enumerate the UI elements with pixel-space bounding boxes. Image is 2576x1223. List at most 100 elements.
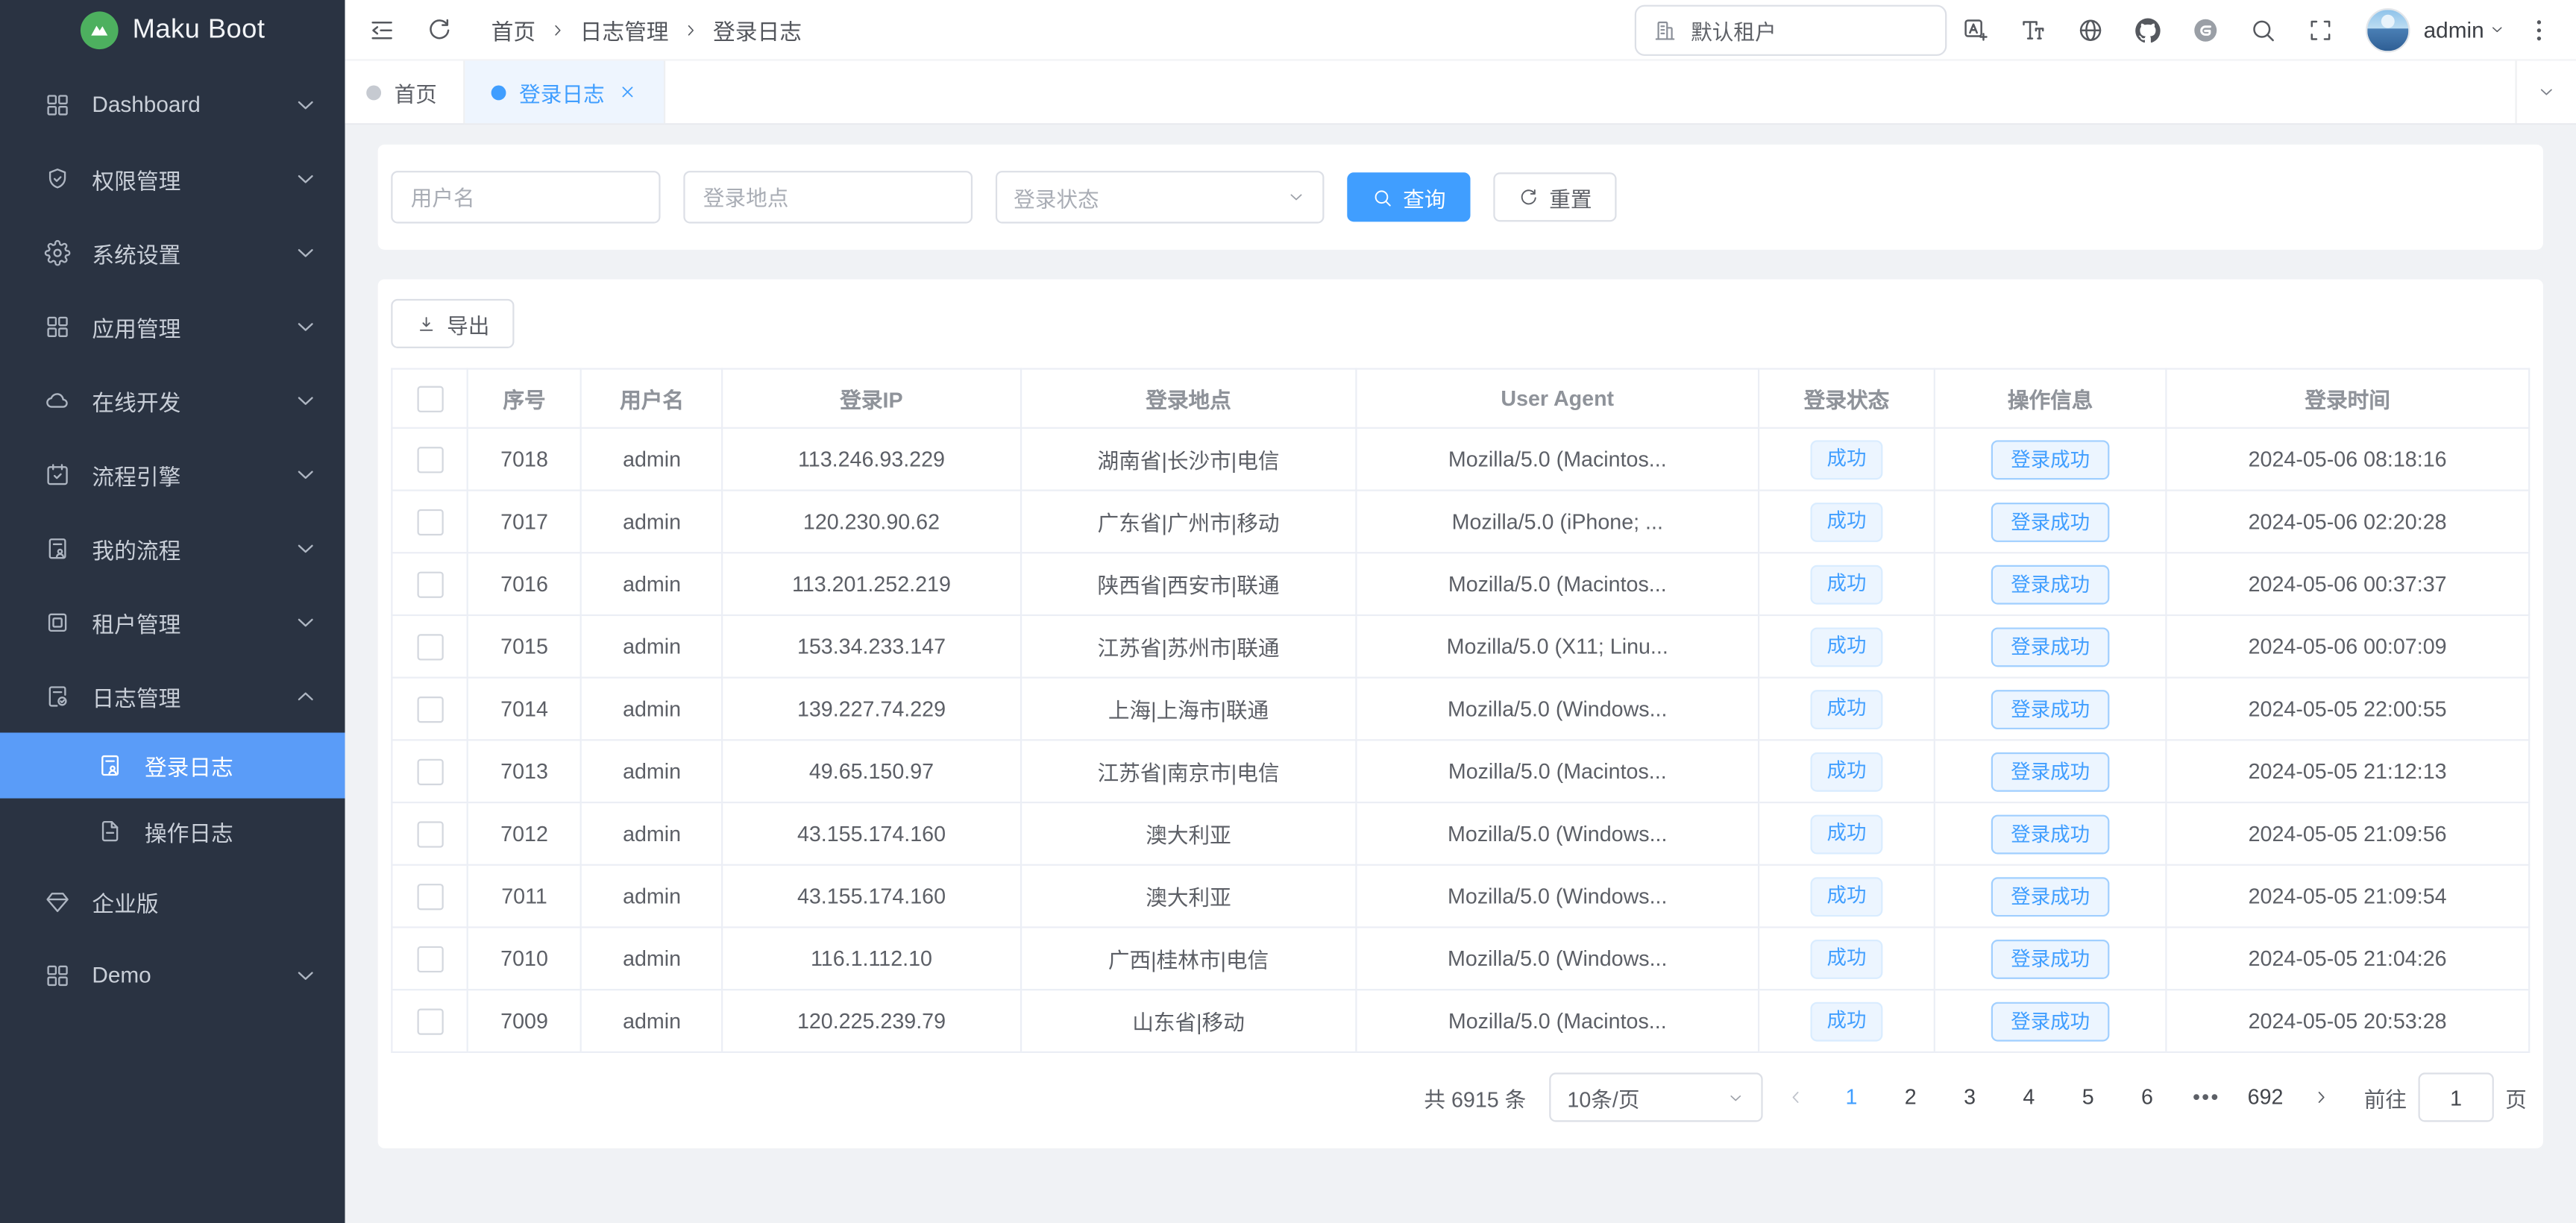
search-panel: 登录状态 查询 重置 xyxy=(378,145,2543,250)
cell-login-time: 2024-05-05 21:09:54 xyxy=(2166,865,2529,928)
sidebar-item-enterprise[interactable]: 企业版 xyxy=(0,864,345,938)
login-result-button[interactable]: 登录成功 xyxy=(1991,876,2110,916)
table-row: 7015 admin 153.34.233.147 江苏省|苏州市|联通 Moz… xyxy=(392,615,2529,678)
close-icon[interactable] xyxy=(618,82,637,101)
github-icon[interactable] xyxy=(2120,16,2177,43)
sidebar-item-login-log[interactable]: 登录日志 xyxy=(0,732,345,798)
sidebar-item-operation-log[interactable]: 操作日志 xyxy=(0,799,345,864)
sidebar-item-my-workflow[interactable]: 我的流程 xyxy=(0,511,345,585)
search-icon[interactable] xyxy=(2234,16,2292,43)
login-result-button[interactable]: 登录成功 xyxy=(1991,1002,2110,1041)
diamond-icon xyxy=(44,888,70,914)
sidebar-item-online-dev[interactable]: 在线开发 xyxy=(0,363,345,437)
chevron-down-icon[interactable] xyxy=(2489,22,2505,38)
sidebar-item-demo[interactable]: Demo xyxy=(0,938,345,1012)
sidebar-item-system-settings[interactable]: 系统设置 xyxy=(0,216,345,289)
page-number-last[interactable]: 692 xyxy=(2243,1075,2289,1121)
goto-page-input[interactable] xyxy=(2418,1072,2493,1122)
avatar[interactable] xyxy=(2366,7,2410,51)
cell-user-agent: Mozilla/5.0 (Windows... xyxy=(1357,678,1759,741)
login-result-button[interactable]: 登录成功 xyxy=(1991,502,2110,541)
more-vertical-icon[interactable] xyxy=(2505,16,2556,43)
login-result-button[interactable]: 登录成功 xyxy=(1991,565,2110,604)
next-page-button[interactable] xyxy=(2302,1087,2341,1107)
row-checkbox[interactable] xyxy=(416,447,442,473)
sidebar-item-label: 权限管理 xyxy=(92,162,271,195)
cell-id: 7018 xyxy=(468,428,582,491)
sidebar-item-tenant-management[interactable]: 租户管理 xyxy=(0,585,345,658)
page-number-6[interactable]: 6 xyxy=(2124,1075,2170,1121)
status-badge: 成功 xyxy=(1810,502,1882,541)
column-header-location: 登录地点 xyxy=(1020,369,1357,428)
page-size-select[interactable]: 10条/页 xyxy=(1549,1072,1762,1122)
row-checkbox[interactable] xyxy=(416,758,442,785)
row-checkbox[interactable] xyxy=(416,634,442,660)
sidebar-item-dashboard[interactable]: Dashboard xyxy=(0,67,345,141)
page-number-3[interactable]: 3 xyxy=(1947,1075,1993,1121)
chevron-down-icon xyxy=(292,239,318,265)
fullscreen-icon[interactable] xyxy=(2292,16,2349,43)
login-status-select[interactable]: 登录状态 xyxy=(996,171,1325,223)
app-logo[interactable]: Maku Boot xyxy=(0,0,345,59)
more-pages-icon[interactable]: ••• xyxy=(2183,1075,2229,1121)
login-status-placeholder: 登录状态 xyxy=(1014,181,1287,213)
cell-login-time: 2024-05-05 20:53:28 xyxy=(2166,990,2529,1052)
page-number-1[interactable]: 1 xyxy=(1829,1075,1875,1121)
translate-icon[interactable] xyxy=(1947,16,2005,43)
tab-home[interactable]: 首页 xyxy=(345,61,465,124)
tenant-select[interactable]: 默认租户 xyxy=(1635,4,1947,55)
page-number-4[interactable]: 4 xyxy=(2006,1075,2052,1121)
cell-ip: 116.1.112.10 xyxy=(723,927,1020,990)
pagination-total: 共 6915 条 xyxy=(1424,1082,1526,1113)
gitee-icon[interactable] xyxy=(2177,16,2234,43)
login-result-button[interactable]: 登录成功 xyxy=(1991,689,2110,729)
login-result-button[interactable]: 登录成功 xyxy=(1991,939,2110,978)
table-row: 7014 admin 139.227.74.229 上海|上海市|联通 Mozi… xyxy=(392,678,2529,741)
main-area: 首页 日志管理 登录日志 默认租户 admin xyxy=(345,0,2576,1223)
row-checkbox[interactable] xyxy=(416,1008,442,1034)
status-badge: 成功 xyxy=(1810,689,1882,729)
login-location-input[interactable] xyxy=(683,171,973,223)
row-checkbox[interactable] xyxy=(416,884,442,910)
status-badge: 成功 xyxy=(1810,439,1882,479)
export-button[interactable]: 导出 xyxy=(391,299,514,348)
tab-list-dropdown[interactable] xyxy=(2515,61,2576,124)
username-input[interactable] xyxy=(391,171,660,223)
font-size-icon[interactable] xyxy=(2005,16,2062,43)
sidebar-collapse-icon[interactable] xyxy=(368,16,410,43)
breadcrumb-log-management[interactable]: 日志管理 xyxy=(580,13,669,46)
table-row: 7016 admin 113.201.252.219 陕西省|西安市|联通 Mo… xyxy=(392,553,2529,615)
doc-check-icon xyxy=(44,682,70,708)
refresh-icon[interactable] xyxy=(411,16,468,43)
page-number-5[interactable]: 5 xyxy=(2065,1075,2111,1121)
row-checkbox[interactable] xyxy=(416,697,442,723)
logo-mountain-icon xyxy=(80,10,118,48)
chevron-right-icon xyxy=(2311,1087,2331,1107)
username[interactable]: admin xyxy=(2424,17,2484,42)
cell-user-agent: Mozilla/5.0 (Macintos... xyxy=(1357,740,1759,802)
cell-ip: 113.201.252.219 xyxy=(723,553,1020,615)
sidebar-item-workflow-engine[interactable]: 流程引擎 xyxy=(0,437,345,511)
row-checkbox[interactable] xyxy=(416,509,442,535)
select-all-checkbox[interactable] xyxy=(416,386,442,412)
tab-login-log[interactable]: 登录日志 xyxy=(465,61,665,124)
sidebar-item-app-management[interactable]: 应用管理 xyxy=(0,289,345,363)
login-result-button[interactable]: 登录成功 xyxy=(1991,439,2110,479)
table-row: 7017 admin 120.230.90.62 广东省|广州市|移动 Mozi… xyxy=(392,491,2529,553)
prev-page-button[interactable] xyxy=(1776,1087,1815,1107)
query-button[interactable]: 查询 xyxy=(1347,172,1470,221)
cell-ip: 120.225.239.79 xyxy=(723,990,1020,1052)
breadcrumb-home[interactable]: 首页 xyxy=(491,13,535,46)
row-checkbox[interactable] xyxy=(416,821,442,847)
row-checkbox[interactable] xyxy=(416,946,442,972)
table-panel: 导出 序号 用户名 登录IP 登录地点 User A xyxy=(378,279,2543,1148)
page-number-2[interactable]: 2 xyxy=(1888,1075,1934,1121)
row-checkbox[interactable] xyxy=(416,571,442,597)
login-result-button[interactable]: 登录成功 xyxy=(1991,752,2110,791)
sidebar-item-log-management[interactable]: 日志管理 xyxy=(0,658,345,732)
login-result-button[interactable]: 登录成功 xyxy=(1991,814,2110,853)
login-result-button[interactable]: 登录成功 xyxy=(1991,626,2110,666)
reset-button[interactable]: 重置 xyxy=(1493,172,1616,221)
globe-icon[interactable] xyxy=(2062,16,2120,43)
sidebar-item-permissions[interactable]: 权限管理 xyxy=(0,141,345,215)
